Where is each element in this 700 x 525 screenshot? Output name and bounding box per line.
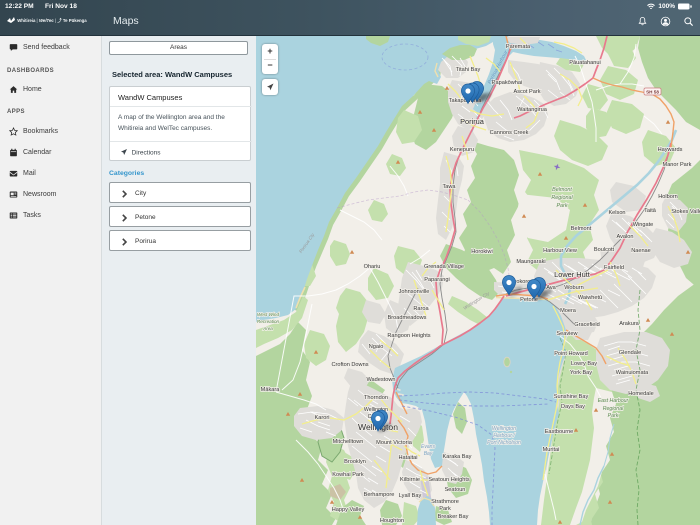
- svg-text:Horokiwi: Horokiwi: [471, 249, 492, 255]
- svg-text:Naenae: Naenae: [631, 248, 651, 254]
- svg-text:Thorndon: Thorndon: [364, 395, 388, 401]
- svg-text:Park: Park: [439, 506, 451, 512]
- svg-text:Brooklyn: Brooklyn: [344, 459, 366, 465]
- svg-text:Homedale: Homedale: [628, 391, 654, 397]
- svg-text:Lowry Bay: Lowry Bay: [571, 361, 597, 367]
- svg-text:Kilbirnie: Kilbirnie: [400, 477, 420, 483]
- svg-text:Papakōwhai: Papakōwhai: [492, 80, 522, 86]
- svg-text:Breaker Bay: Breaker Bay: [438, 514, 469, 520]
- svg-text:Johnsonville: Johnsonville: [399, 289, 430, 295]
- svg-text:Karaka Bay: Karaka Bay: [443, 454, 472, 460]
- svg-text:Porirua: Porirua: [460, 117, 485, 126]
- svg-text:York Bay: York Bay: [570, 370, 592, 376]
- svg-text:Mitchelltown: Mitchelltown: [333, 439, 364, 445]
- svg-text:Muritai: Muritai: [543, 447, 560, 453]
- svg-text:Taitā: Taitā: [644, 208, 657, 214]
- svg-text:Cannons Creek: Cannons Creek: [490, 130, 529, 136]
- svg-text:Strathmore: Strathmore: [431, 499, 459, 505]
- svg-text:Raroa: Raroa: [413, 306, 429, 312]
- svg-text:Moera: Moera: [560, 308, 577, 314]
- svg-text:Arakura: Arakura: [619, 321, 639, 327]
- svg-text:Park: Park: [608, 413, 619, 419]
- svg-text:Hataitai: Hataitai: [399, 455, 418, 461]
- svg-text:Harbour View: Harbour View: [543, 248, 578, 254]
- svg-text:Lyall Bay: Lyall Bay: [399, 493, 422, 499]
- svg-text:Kowhai Park: Kowhai Park: [332, 472, 364, 478]
- svg-text:Berhampore: Berhampore: [364, 492, 395, 498]
- svg-text:Evans: Evans: [421, 444, 435, 450]
- svg-text:Houghton: Houghton: [380, 518, 404, 524]
- svg-text:Days Bay: Days Bay: [561, 404, 585, 410]
- svg-text:Karori: Karori: [315, 415, 330, 421]
- svg-text:Fairfield: Fairfield: [604, 265, 624, 271]
- svg-text:Seatoun Heights: Seatoun Heights: [428, 477, 470, 483]
- svg-text:SH 58: SH 58: [646, 89, 659, 94]
- svg-text:Sunshine Bay: Sunshine Bay: [554, 394, 589, 400]
- svg-text:Maungaraki: Maungaraki: [516, 259, 545, 265]
- svg-text:Bay: Bay: [424, 451, 433, 457]
- svg-text:Wainuiomata: Wainuiomata: [616, 370, 649, 376]
- svg-text:Seatoun: Seatoun: [445, 487, 466, 493]
- svg-text:Park: Park: [556, 203, 567, 209]
- svg-text:Titahi Bay: Titahi Bay: [456, 67, 481, 73]
- svg-text:Waiwhetū: Waiwhetū: [578, 295, 602, 301]
- svg-text:Kelson: Kelson: [608, 210, 625, 216]
- svg-text:Crofton Downs: Crofton Downs: [332, 362, 369, 368]
- svg-text:Waitangirua: Waitangirua: [517, 107, 548, 113]
- svg-text:Belmont: Belmont: [552, 187, 572, 193]
- svg-text:East Harbour: East Harbour: [598, 398, 629, 404]
- svg-text:Avalon: Avalon: [616, 234, 633, 240]
- svg-text:Paremata: Paremata: [506, 44, 531, 50]
- svg-text:Harbour /: Harbour /: [493, 433, 515, 439]
- svg-text:Ohariu: Ohariu: [364, 264, 381, 270]
- svg-text:Ngaio: Ngaio: [369, 344, 384, 350]
- svg-text:Grenada Village: Grenada Village: [424, 264, 464, 270]
- svg-text:Recreation: Recreation: [257, 319, 280, 324]
- svg-text:Stokes Valley: Stokes Valley: [671, 209, 700, 215]
- svg-text:Point Howard: Point Howard: [554, 351, 588, 357]
- svg-text:Holborn: Holborn: [658, 194, 678, 200]
- svg-text:Regional: Regional: [603, 406, 624, 412]
- svg-text:Belmont: Belmont: [571, 226, 592, 232]
- svg-text:Regional: Regional: [551, 195, 573, 201]
- svg-text:Haywards: Haywards: [658, 147, 683, 153]
- svg-text:Pāuatahanui: Pāuatahanui: [569, 60, 600, 66]
- svg-text:Gracefield: Gracefield: [574, 322, 600, 328]
- svg-text:Lower Hutt: Lower Hutt: [554, 270, 590, 279]
- svg-text:Mount Victoria: Mount Victoria: [376, 440, 413, 446]
- svg-text:Rangoon Heights: Rangoon Heights: [387, 333, 430, 339]
- svg-text:Tawa: Tawa: [442, 184, 456, 190]
- svg-text:Seaview: Seaview: [556, 331, 578, 337]
- svg-text:Glendale: Glendale: [619, 350, 641, 356]
- svg-text:Paparangi: Paparangi: [424, 277, 450, 283]
- svg-text:Port Nicholson: Port Nicholson: [487, 440, 521, 446]
- svg-text:Mākara: Mākara: [261, 387, 281, 393]
- svg-text:Boulcott: Boulcott: [594, 247, 615, 253]
- svg-text:Area: Area: [262, 326, 273, 331]
- svg-text:Manor Park: Manor Park: [663, 162, 692, 168]
- svg-text:Woburn: Woburn: [564, 285, 584, 291]
- svg-text:Happy Valley: Happy Valley: [332, 507, 365, 513]
- svg-text:Wellington: Wellington: [492, 426, 516, 432]
- svg-text:Wingate: Wingate: [633, 222, 654, 228]
- svg-text:West Wind: West Wind: [257, 312, 280, 317]
- svg-text:Wadestown: Wadestown: [366, 377, 395, 383]
- svg-text:Ascot Park: Ascot Park: [513, 89, 540, 95]
- svg-text:Broadmeadows: Broadmeadows: [388, 315, 427, 321]
- svg-text:Kenepuru: Kenepuru: [450, 147, 474, 153]
- svg-text:Eastbourne: Eastbourne: [545, 429, 574, 435]
